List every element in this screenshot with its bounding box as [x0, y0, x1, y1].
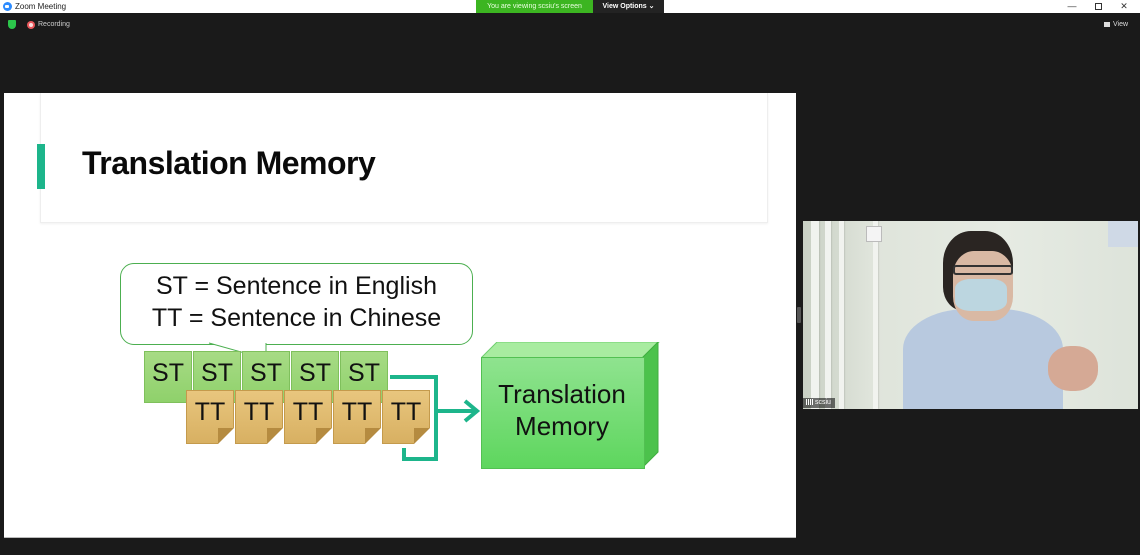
person-mask	[955, 279, 1007, 311]
wall-pipe	[839, 221, 844, 409]
participant-name: scsiu	[815, 399, 831, 406]
recording-label[interactable]: Recording	[38, 20, 70, 30]
person-hand	[1048, 346, 1098, 391]
merge-arrow	[390, 375, 481, 461]
st-box: ST	[144, 351, 192, 403]
memory-cube-top	[479, 341, 661, 359]
tt-box: TT	[186, 390, 234, 444]
window-title: Zoom Meeting	[15, 2, 67, 11]
grid-icon	[1104, 21, 1110, 27]
memory-label-line1: Translation	[498, 379, 626, 409]
minimize-button[interactable]: —	[1058, 0, 1086, 13]
legend-callout: ST = Sentence in English TT = Sentence i…	[120, 263, 473, 345]
tt-box: TT	[235, 390, 283, 444]
callout-line-st: ST = Sentence in English	[156, 272, 437, 300]
viewing-screen-banner: You are viewing scsiu's screen	[476, 0, 593, 13]
wall-pipe	[873, 221, 878, 409]
zoom-app-icon	[3, 2, 12, 11]
callout-line-tt: TT = Sentence in Chinese	[151, 304, 442, 332]
tt-box: TT	[284, 390, 332, 444]
wall-poster	[1108, 221, 1138, 247]
recording-icon	[27, 21, 35, 29]
slide-title: Translation Memory	[82, 145, 376, 181]
close-button[interactable]: ✕	[1110, 0, 1138, 13]
memory-cube-side	[641, 340, 662, 475]
view-layout-button[interactable]: View	[1104, 20, 1128, 30]
participant-video[interactable]	[803, 221, 1138, 409]
wall-pipe	[811, 221, 819, 409]
person-shirt	[903, 309, 1063, 409]
participant-name-tag: scsiu	[803, 398, 835, 408]
split-view-drag-handle[interactable]	[797, 307, 801, 323]
person-glasses	[953, 265, 1013, 275]
signal-strength-icon	[806, 399, 813, 406]
maximize-button[interactable]	[1084, 0, 1112, 13]
restore-icon	[1094, 3, 1102, 10]
title-accent-bar	[37, 144, 45, 189]
tt-box: TT	[333, 390, 381, 444]
shared-screen-slide: Translation Memory ST = Sentence in Engl…	[4, 93, 796, 538]
memory-label-line2: Memory	[515, 411, 609, 441]
wall-sensor	[866, 226, 882, 242]
encryption-shield-icon[interactable]	[8, 20, 16, 29]
wall-pipe	[825, 221, 831, 409]
view-label: View	[1113, 21, 1129, 28]
view-options-button[interactable]: View Options ⌄	[593, 0, 664, 13]
